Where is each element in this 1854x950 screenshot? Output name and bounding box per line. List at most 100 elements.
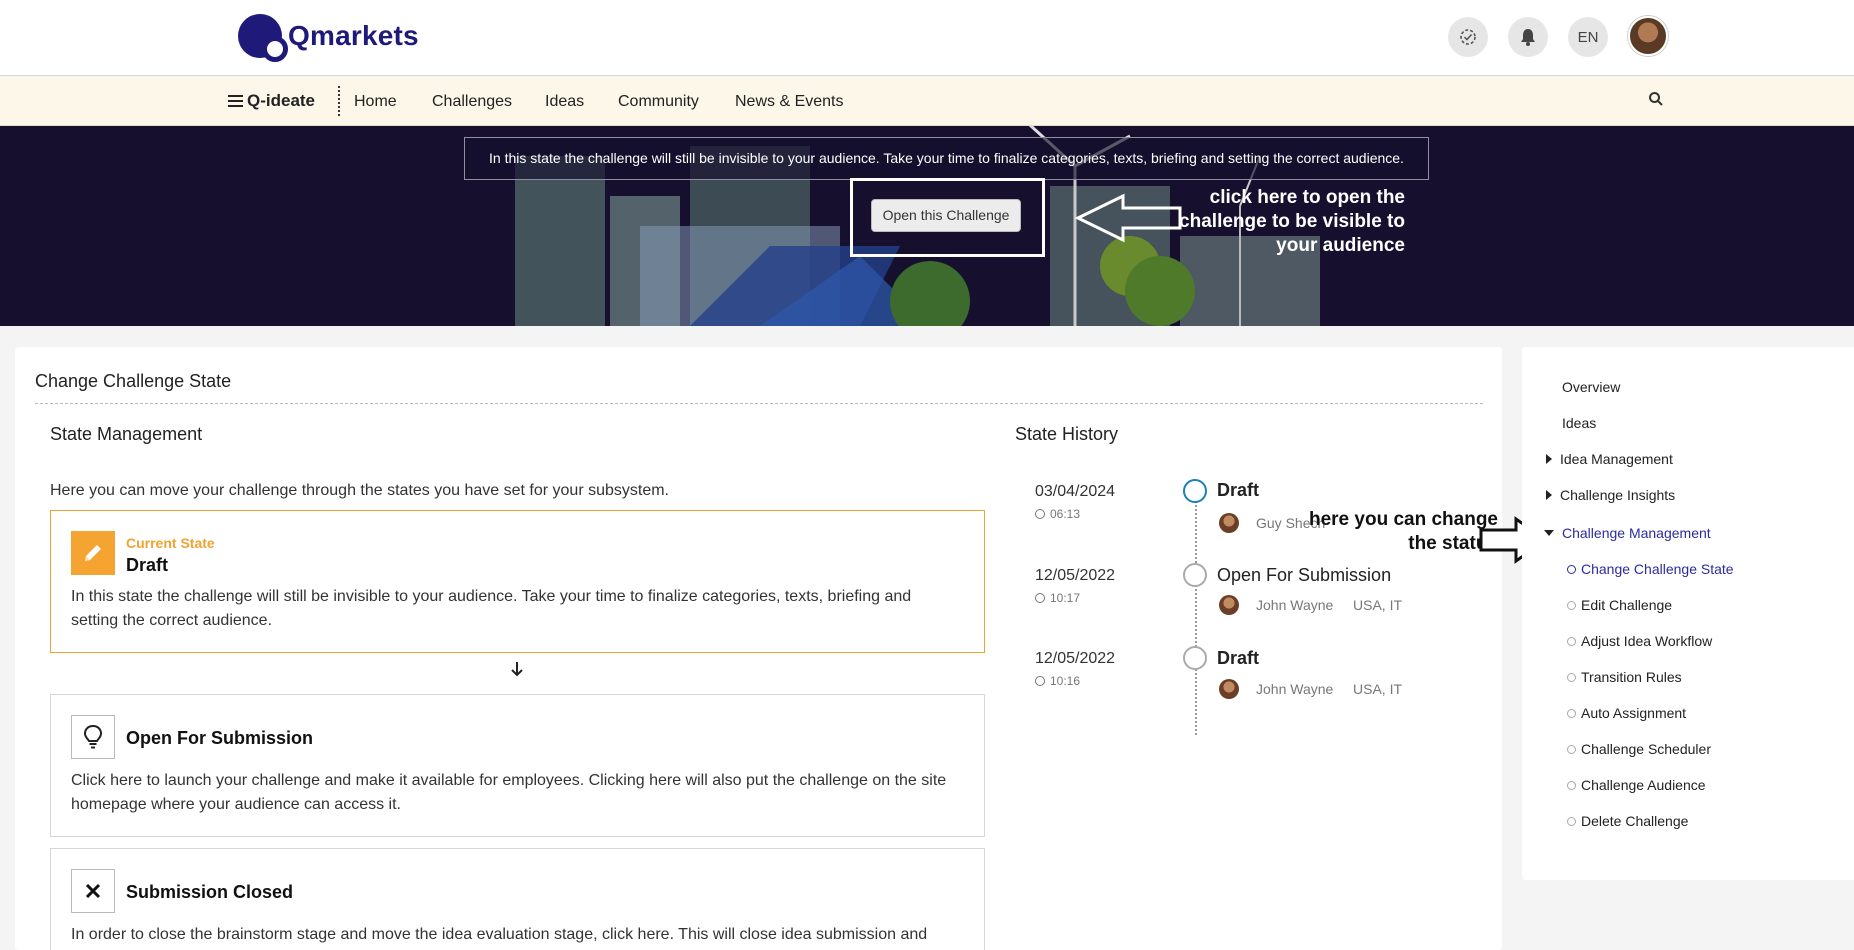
circle-icon [1567,817,1576,826]
circle-icon [1567,565,1576,574]
history-date: 03/04/2024 [1035,483,1116,500]
avatar [1219,513,1239,533]
search-icon[interactable] [1648,91,1664,112]
sidebar-sub-label: Change Challenge State [1581,561,1734,577]
history-dot [1183,563,1207,587]
history-state-name: Draft [1217,648,1260,668]
history-date: 12/05/2022 [1035,650,1116,667]
history-user[interactable]: John Wayne [1256,597,1333,613]
qmarkets-logo[interactable]: Qmarkets [238,14,419,62]
sidebar-item-ideas[interactable]: Ideas [1562,415,1596,431]
circle-icon [1567,601,1576,610]
nav-link-community[interactable]: Community [618,93,699,111]
state-option-open-for-submission[interactable]: Open For Submission Click here to launch… [50,694,985,837]
sidebar-sub-label: Transition Rules [1581,669,1682,685]
challenge-banner: In this state the challenge will still b… [0,126,1854,326]
state-option-description: Click here to launch your challenge and … [71,772,947,813]
history-state-name: Draft [1217,480,1260,500]
avatar [1219,679,1239,699]
history-time-value: 10:17 [1050,591,1081,605]
lightbulb-icon [71,715,115,759]
avatar [1219,595,1239,615]
sidebar-item-label: Challenge Management [1562,525,1711,541]
current-state-label: Current State [126,535,215,551]
state-management-intro: Here you can move your challenge through… [50,482,669,499]
sidebar-sub-challenge-scheduler[interactable]: Challenge Scheduler [1567,741,1711,757]
user-avatar[interactable] [1628,16,1668,56]
state-option-submission-closed[interactable]: Submission Closed In order to close the … [50,848,985,950]
sidebar-item-overview[interactable]: Overview [1562,379,1620,395]
sidebar-item-label: Idea Management [1560,451,1673,467]
product-menu-label: Q-ideate [247,91,316,110]
sidebar-sub-label: Adjust Idea Workflow [1581,633,1713,649]
state-option-name: Submission Closed [126,882,294,902]
state-management-title: State Management [50,424,203,444]
page-title: Change Challenge State [35,371,232,391]
history-user[interactable]: John Wayne [1256,681,1333,697]
sidebar-sub-challenge-audience[interactable]: Challenge Audience [1567,777,1706,793]
language-toggle[interactable]: EN [1568,17,1608,57]
sidebar-sub-adjust-idea-workflow[interactable]: Adjust Idea Workflow [1567,633,1712,649]
history-time-value: 06:13 [1050,507,1081,521]
history-time: 06:13 [1035,507,1080,521]
close-icon [71,869,115,913]
state-history-title: State History [1015,424,1119,444]
sidebar-item-challenge-insights[interactable]: Challenge Insights [1546,487,1675,503]
clock-icon [1035,509,1045,519]
main-navigation: Q-ideate Home Challenges Ideas Community… [0,77,1854,126]
history-dot-active [1183,479,1207,503]
nav-link-ideas[interactable]: Ideas [545,93,584,111]
sidebar-sub-label: Challenge Audience [1581,777,1706,793]
title-divider [35,403,1483,404]
sidebar-sub-label: Delete Challenge [1581,813,1689,829]
current-state-card: Current State Draft In this state the ch… [50,510,985,653]
state-option-description: In order to close the brainstorm stage a… [71,926,928,943]
sidebar-sub-edit-challenge[interactable]: Edit Challenge [1567,597,1672,613]
nav-link-home[interactable]: Home [354,93,397,111]
sidebar-sub-transition-rules[interactable]: Transition Rules [1567,669,1682,685]
history-date: 12/05/2022 [1035,567,1116,584]
admin-sidebar: Overview Ideas Idea Management Challenge… [1522,347,1854,880]
chevron-down-icon [1544,530,1554,536]
history-dot [1183,646,1207,670]
hamburger-icon [228,92,243,110]
sidebar-item-idea-management[interactable]: Idea Management [1546,451,1673,467]
nav-divider [338,86,340,116]
clock-icon [1035,676,1045,686]
change-state-card: Change Challenge State State Management … [15,347,1502,950]
clock-icon [1035,593,1045,603]
history-time: 10:17 [1035,591,1080,605]
history-time: 10:16 [1035,674,1080,688]
bell-icon[interactable] [1508,17,1548,57]
banner-annotation: click here to open the challenge to be v… [1179,187,1405,256]
state-option-name: Open For Submission [126,728,314,748]
qmarkets-logo-mark [238,14,288,62]
current-state-description: In this state the challenge will still b… [71,588,912,629]
brand-name: Qmarkets [288,20,419,51]
arrow-down-icon [510,661,524,682]
current-state-name: Draft [126,555,169,575]
product-menu[interactable]: Q-ideate [228,91,315,111]
banner-state-message: In this state the challenge will still b… [464,137,1429,180]
sidebar-sub-label: Edit Challenge [1581,597,1673,613]
chevron-right-icon [1546,490,1552,500]
pencil-icon [71,531,115,575]
nav-link-news-events[interactable]: News & Events [735,93,843,111]
circle-icon [1567,781,1576,790]
sidebar-sub-label: Auto Assignment [1581,705,1687,721]
sidebar-item-challenge-management[interactable]: Challenge Management [1544,525,1711,541]
top-header: Qmarkets EN [0,0,1854,76]
history-annotation: here you can change the status [1308,509,1498,554]
sidebar-sub-change-challenge-state[interactable]: Change Challenge State [1567,561,1734,577]
circle-icon [1567,637,1576,646]
history-time-value: 10:16 [1050,674,1081,688]
sidebar-item-label: Challenge Insights [1560,487,1676,503]
circle-icon [1567,745,1576,754]
circle-icon [1567,709,1576,718]
history-location: USA, IT [1353,597,1403,613]
progress-check-icon[interactable] [1448,17,1488,57]
open-challenge-button[interactable]: Open this Challenge [871,199,1021,232]
sidebar-sub-auto-assignment[interactable]: Auto Assignment [1567,705,1686,721]
sidebar-sub-delete-challenge[interactable]: Delete Challenge [1567,813,1688,829]
nav-link-challenges[interactable]: Challenges [432,93,512,111]
